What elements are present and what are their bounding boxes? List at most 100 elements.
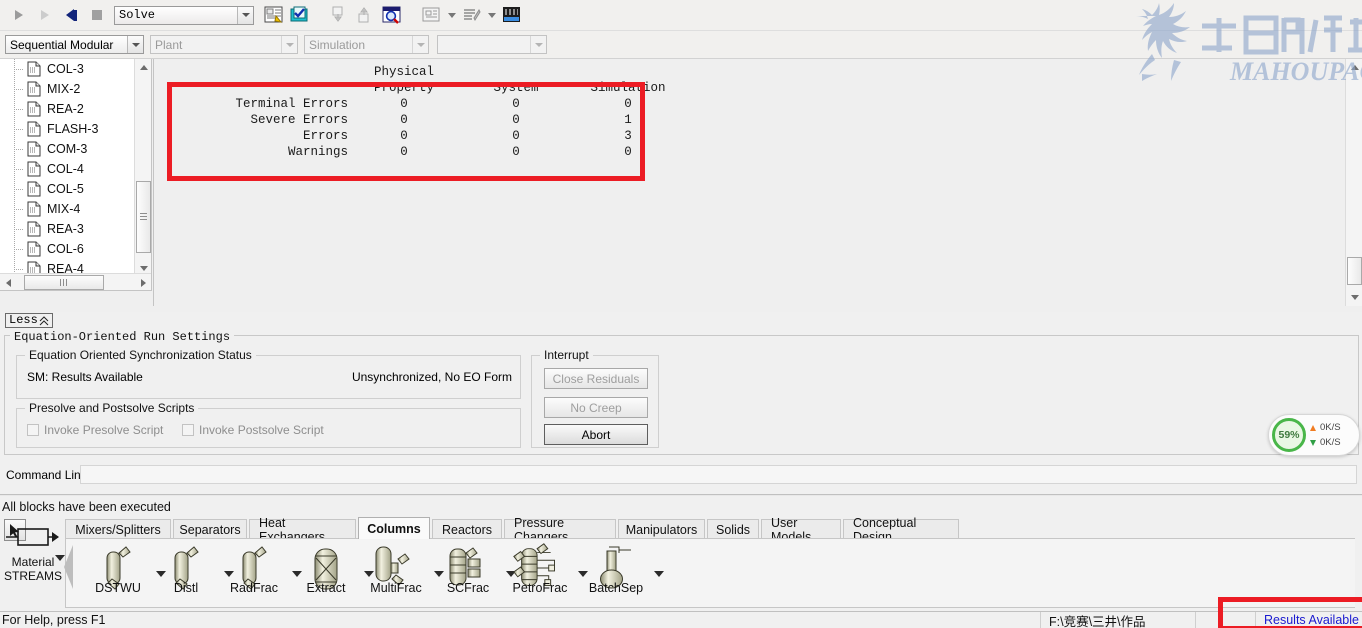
palette-tab-heat-exchangers[interactable]: Heat Exchangers bbox=[249, 516, 356, 544]
palette-tab-separators[interactable]: Separators bbox=[173, 519, 247, 539]
table-row: Warnings 0 0 0 bbox=[168, 144, 684, 160]
input-changes-icon[interactable] bbox=[327, 3, 353, 27]
play-icon[interactable] bbox=[6, 3, 32, 27]
less-button[interactable]: Less bbox=[5, 313, 53, 328]
status-project-path: F:\竞赛\三井\作品 bbox=[1040, 612, 1195, 628]
tree-item-col-6[interactable]: COL-6 bbox=[0, 239, 133, 259]
palette-model-multifrac[interactable]: MultiFrac bbox=[366, 545, 426, 595]
tree-horizontal-scrollbar[interactable] bbox=[0, 273, 151, 290]
palette-tab-user-models[interactable]: User Models bbox=[761, 516, 841, 544]
palette-tab-mixers-splitters[interactable]: Mixers/Splitters bbox=[65, 519, 171, 539]
palette-tab-reactors[interactable]: Reactors bbox=[432, 519, 502, 539]
scrollbar-thumb[interactable] bbox=[136, 181, 151, 253]
command-line-input[interactable] bbox=[80, 465, 1357, 484]
chevron-down-icon[interactable] bbox=[237, 6, 253, 24]
status-help-text: For Help, press F1 bbox=[2, 613, 106, 627]
tree-connector bbox=[14, 159, 27, 179]
palette-tab-pressure-changers[interactable]: Pressure Changers bbox=[504, 516, 616, 544]
palette-tab-manipulators[interactable]: Manipulators bbox=[618, 519, 705, 539]
palette-model-label: MultiFrac bbox=[370, 581, 422, 595]
run-mode-combobox[interactable]: Sequential Modular bbox=[5, 35, 144, 54]
close-residuals-button[interactable]: Close Residuals bbox=[544, 368, 648, 389]
tree-item-col-5[interactable]: COL-5 bbox=[0, 179, 133, 199]
tree-item-col-4[interactable]: COL-4 bbox=[0, 159, 133, 179]
table-row: Terminal Errors 0 0 0 bbox=[168, 96, 684, 112]
cell-severe-simulation: 1 bbox=[624, 113, 632, 127]
chevron-down-icon[interactable] bbox=[281, 36, 297, 53]
tree-item-rea-3[interactable]: REA-3 bbox=[0, 219, 133, 239]
scroll-right-arrow[interactable] bbox=[135, 274, 151, 290]
reconcile-streams-icon[interactable] bbox=[353, 3, 379, 27]
tree-item-rea-2[interactable]: REA-2 bbox=[0, 99, 133, 119]
scroll-up-arrow[interactable] bbox=[1346, 59, 1362, 76]
data-browser-icon[interactable] bbox=[499, 3, 525, 27]
scrollbar-thumb[interactable] bbox=[1347, 257, 1362, 285]
tree-item-col-3[interactable]: COL-3 bbox=[0, 59, 133, 79]
palette-model-scfrac[interactable]: SCFrac bbox=[438, 545, 498, 595]
palette-model-label: SCFrac bbox=[446, 581, 490, 595]
status-bar: For Help, press F1 F:\竞赛\三井\作品 Results A… bbox=[0, 611, 1362, 628]
palette-model-dropdown-caret[interactable] bbox=[654, 571, 664, 577]
tree-item-mix-4[interactable]: MIX-4 bbox=[0, 199, 133, 219]
abort-label: Abort bbox=[581, 427, 611, 442]
tree-vertical-scrollbar[interactable] bbox=[134, 59, 151, 277]
run-type-combobox[interactable]: Simulation bbox=[304, 35, 429, 54]
palette-model-petrofrac[interactable]: PetroFrac bbox=[510, 543, 570, 595]
check-results-icon[interactable] bbox=[287, 3, 313, 27]
checkbox-box[interactable] bbox=[182, 424, 194, 436]
stop-icon[interactable] bbox=[84, 3, 110, 27]
chevron-down-icon[interactable] bbox=[485, 3, 499, 27]
no-creep-button[interactable]: No Creep bbox=[544, 397, 648, 418]
abort-button[interactable]: Abort bbox=[544, 424, 648, 445]
chevron-down-icon[interactable] bbox=[127, 36, 143, 53]
cell-severe-system: 0 bbox=[512, 113, 520, 127]
palette-model-dstwu[interactable]: DSTWU bbox=[88, 545, 148, 595]
chevron-down-icon[interactable] bbox=[412, 36, 428, 53]
block-tree-panel[interactable]: COL-3 MIX-2 REA-2 FLASH-3 COM-3 COL-4 COL-5 MIX… bbox=[0, 59, 152, 291]
row-label-warnings: Warnings bbox=[287, 145, 348, 159]
tree-item-label: MIX-4 bbox=[47, 202, 81, 216]
scroll-down-arrow[interactable] bbox=[1346, 289, 1362, 306]
tree-item-mix-2[interactable]: MIX-2 bbox=[0, 79, 133, 99]
solve-mode-combobox[interactable]: Solve bbox=[114, 5, 254, 25]
report-vertical-scrollbar[interactable] bbox=[1345, 59, 1362, 306]
palette-model-radfrac[interactable]: RadFrac bbox=[224, 545, 284, 595]
cell-warnings-simulation: 0 bbox=[624, 145, 632, 159]
main-toolbar: Solve bbox=[0, 0, 1362, 31]
stream-summary-icon[interactable] bbox=[459, 3, 485, 27]
control-panel-icon[interactable] bbox=[261, 3, 287, 27]
cpu-usage-value: 59% bbox=[1278, 429, 1300, 441]
invoke-postsolve-script-checkbox[interactable]: Invoke Postsolve Script bbox=[182, 423, 324, 437]
palette-tab-columns[interactable]: Columns bbox=[358, 517, 430, 539]
tab-label: Manipulators bbox=[625, 522, 698, 537]
report-zoom-icon[interactable] bbox=[379, 3, 405, 27]
invoke-presolve-script-checkbox[interactable]: Invoke Presolve Script bbox=[27, 423, 163, 437]
tree-item-flash-3[interactable]: FLASH-3 bbox=[0, 119, 133, 139]
scroll-left-arrow[interactable] bbox=[0, 274, 17, 290]
palette-tab-conceptual-design[interactable]: Conceptual Design bbox=[843, 516, 959, 544]
step-icon[interactable] bbox=[32, 3, 58, 27]
extra-combobox[interactable] bbox=[437, 35, 547, 54]
tree-connector bbox=[14, 59, 27, 79]
checkbox-box[interactable] bbox=[27, 424, 39, 436]
system-monitor-widget[interactable]: 59% 0K/S 0K/S bbox=[1268, 414, 1360, 456]
cell-terminal-system: 0 bbox=[512, 97, 520, 111]
scroll-up-arrow[interactable] bbox=[135, 59, 151, 76]
group-header-physical: Physical bbox=[373, 65, 434, 79]
reset-icon[interactable] bbox=[58, 3, 84, 27]
scrollbar-thumb[interactable] bbox=[24, 275, 104, 290]
chevron-down-icon[interactable] bbox=[445, 3, 459, 27]
execution-status-message: All blocks have been executed bbox=[2, 500, 171, 514]
palette-model-batchsep[interactable]: BatchSep bbox=[586, 545, 646, 595]
block-file-icon bbox=[27, 181, 41, 197]
model-summary-icon[interactable] bbox=[419, 3, 445, 27]
palette-model-distl[interactable]: Distl bbox=[156, 545, 216, 595]
convergence-report[interactable]: Physical Property System Simulation Term… bbox=[153, 59, 1345, 306]
flowsheet-section-combobox[interactable]: Plant bbox=[150, 35, 298, 54]
model-palette: Mixers/Splitters Separators Heat Exchanger… bbox=[0, 516, 1362, 611]
palette-scroll-left-arrow[interactable] bbox=[64, 545, 73, 589]
tree-item-com-3[interactable]: COM-3 bbox=[0, 139, 133, 159]
palette-tab-solids[interactable]: Solids bbox=[707, 519, 759, 539]
palette-model-extract[interactable]: Extract bbox=[296, 545, 356, 595]
chevron-down-icon[interactable] bbox=[530, 36, 546, 53]
